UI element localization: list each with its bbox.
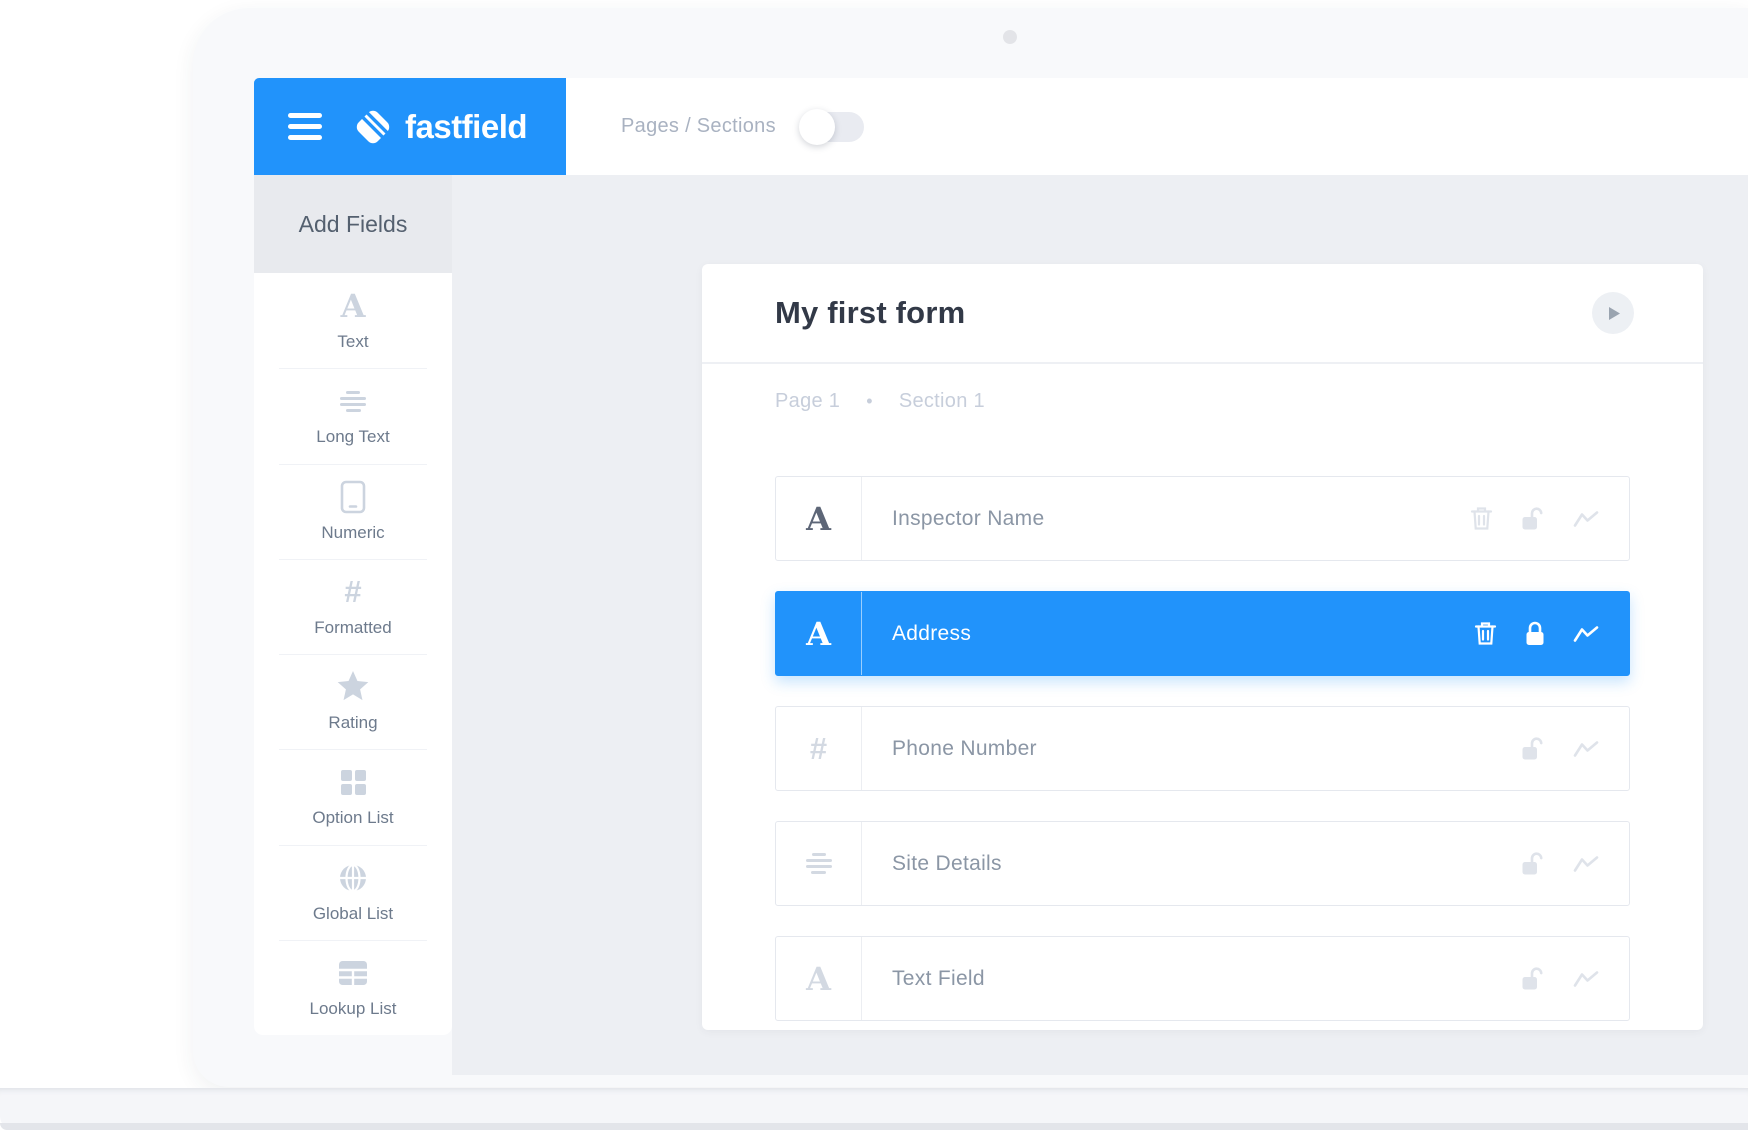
- sidebar-item-long-text[interactable]: Long Text: [254, 368, 452, 463]
- field-row-site-details[interactable]: Site Details: [775, 821, 1630, 906]
- field-row-inspector-name[interactable]: AInspector Name: [775, 476, 1630, 561]
- field-row-text-field[interactable]: AText Field: [775, 936, 1630, 1021]
- breadcrumb-page[interactable]: Page 1: [775, 390, 840, 413]
- unlock-icon[interactable]: [1520, 851, 1546, 877]
- sidebar-item-text[interactable]: A Text: [254, 273, 452, 368]
- form-card: My first form Page 1 • Section 1 AInspec…: [702, 264, 1703, 1030]
- toggle-knob: [799, 109, 835, 145]
- global-list-icon: [337, 861, 369, 895]
- unlock-icon[interactable]: [1520, 966, 1546, 992]
- preview-play-button[interactable]: [1592, 292, 1634, 334]
- field-actions: [1474, 592, 1629, 675]
- field-label: Phone Number: [862, 707, 1037, 790]
- sidebar-item-label: Long Text: [316, 427, 389, 447]
- sidebar-item-numeric[interactable]: Numeric: [254, 464, 452, 559]
- breadcrumb-section[interactable]: Section 1: [899, 390, 985, 413]
- text-icon: A: [776, 477, 862, 560]
- sidebar-item-formatted[interactable]: # Formatted: [254, 559, 452, 654]
- sidebar-item-label: Formatted: [314, 618, 391, 638]
- field-label: Inspector Name: [862, 477, 1044, 560]
- long-text-icon: [340, 384, 366, 418]
- text-icon: A: [776, 592, 862, 675]
- top-bar: Pages / Sections: [566, 78, 1748, 175]
- sidebar-item-global-list[interactable]: Global List: [254, 845, 452, 940]
- sidebar-item-label: Lookup List: [310, 999, 397, 1019]
- form-title: My first form: [775, 295, 965, 331]
- app-header: fastfield: [254, 78, 566, 175]
- laptop-base: [0, 1088, 1748, 1130]
- sidebar-item-label: Numeric: [321, 523, 384, 543]
- sidebar-item-lookup-list[interactable]: Lookup List: [254, 940, 452, 1035]
- formatted-icon: #: [344, 575, 361, 609]
- field-actions: [1520, 937, 1629, 1020]
- lookup-list-icon: [338, 956, 368, 990]
- sidebar-item-label: Rating: [328, 713, 377, 733]
- trend-icon[interactable]: [1573, 510, 1599, 528]
- trend-icon[interactable]: [1573, 625, 1599, 643]
- laptop-screen: fastfield Pages / Sections Add Fields AT…: [193, 8, 1748, 1087]
- lock-icon[interactable]: [1524, 621, 1546, 647]
- field-label: Text Field: [862, 937, 985, 1020]
- unlock-icon[interactable]: [1520, 506, 1546, 532]
- field-label: Site Details: [862, 822, 1002, 905]
- trash-icon[interactable]: [1474, 621, 1497, 646]
- field-actions: [1520, 822, 1629, 905]
- pages-sections-toggle[interactable]: [802, 112, 864, 142]
- sidebar-item-rating[interactable]: Rating: [254, 654, 452, 749]
- sidebar-field-list: A Text Long Text Numeric # Formatted Rating Opt…: [254, 273, 452, 1035]
- field-row-phone-number[interactable]: #Phone Number: [775, 706, 1630, 791]
- text-icon: A: [776, 937, 862, 1020]
- sidebar-item-option-list[interactable]: Option List: [254, 749, 452, 844]
- fastfield-logo-icon: [350, 104, 396, 150]
- add-fields-sidebar: Add Fields A Text Long Text Numeric # Formatt…: [254, 175, 452, 1035]
- hamburger-menu-icon[interactable]: [288, 113, 322, 140]
- field-actions: [1470, 477, 1629, 560]
- trend-icon[interactable]: [1573, 970, 1599, 988]
- numeric-icon: [340, 480, 366, 514]
- trend-icon[interactable]: [1573, 740, 1599, 758]
- sidebar-item-label: Option List: [312, 808, 393, 828]
- field-row-list: AInspector NameAAddress#Phone NumberSite…: [775, 476, 1630, 1021]
- trend-icon[interactable]: [1573, 855, 1599, 873]
- text-icon: A: [341, 289, 366, 323]
- brand-wordmark: fastfield: [405, 108, 527, 146]
- field-row-address[interactable]: AAddress: [775, 591, 1630, 676]
- sidebar-item-label: Global List: [313, 904, 393, 924]
- breadcrumb: Page 1 • Section 1: [775, 390, 1630, 413]
- field-label: Address: [862, 592, 971, 675]
- pages-sections-label: Pages / Sections: [621, 115, 776, 138]
- unlock-icon[interactable]: [1520, 736, 1546, 762]
- hash-icon: #: [776, 707, 862, 790]
- play-icon: [1608, 306, 1621, 321]
- sidebar-item-label: Text: [337, 332, 368, 352]
- form-canvas: My first form Page 1 • Section 1 AInspec…: [452, 175, 1748, 1075]
- rating-icon: [336, 670, 370, 704]
- breadcrumb-separator: •: [866, 391, 873, 412]
- option-list-icon: [341, 765, 366, 799]
- laptop-camera-dot: [1003, 30, 1017, 44]
- field-actions: [1520, 707, 1629, 790]
- form-card-header: My first form: [702, 264, 1703, 364]
- trash-icon[interactable]: [1470, 506, 1493, 531]
- long-text-icon: [776, 822, 862, 905]
- sidebar-title: Add Fields: [254, 175, 452, 273]
